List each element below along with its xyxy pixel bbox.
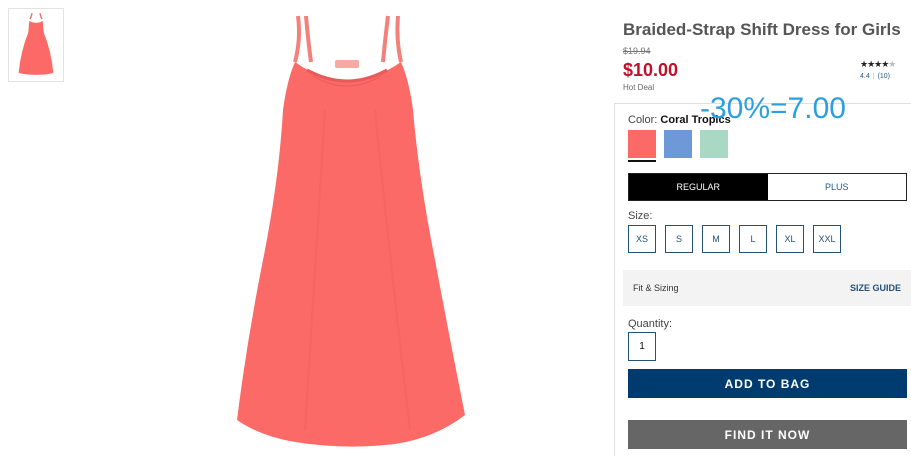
size-options: XS S M L XL XXL xyxy=(628,225,841,253)
deal-label: Hot Deal xyxy=(623,83,655,92)
size-button-l[interactable]: L xyxy=(739,225,767,253)
fit-tabs: REGULAR PLUS xyxy=(628,173,907,201)
size-guide-link[interactable]: SIZE GUIDE xyxy=(850,283,901,293)
color-swatch-blue[interactable] xyxy=(664,130,692,158)
product-title: Braided-Strap Shift Dress for Girls xyxy=(623,20,901,39)
color-swatch-mint[interactable] xyxy=(700,130,728,158)
size-button-xs[interactable]: XS xyxy=(628,225,656,253)
tab-plus[interactable]: PLUS xyxy=(768,174,907,200)
size-button-xl[interactable]: XL xyxy=(776,225,804,253)
star-rating-icon: ★★★★★ xyxy=(860,59,896,69)
size-button-xxl[interactable]: XXL xyxy=(813,225,841,253)
find-it-now-button[interactable]: FIND IT NOW xyxy=(628,420,907,449)
sale-price: $10.00 xyxy=(623,60,679,80)
fit-sizing-label: Fit & Sizing xyxy=(633,283,679,293)
quantity-label: Quantity: xyxy=(628,318,673,330)
fit-sizing-bar: Fit & Sizing SIZE GUIDE xyxy=(623,270,911,306)
was-price: $19.94 xyxy=(623,46,651,56)
size-button-s[interactable]: S xyxy=(665,225,693,253)
quantity-selector[interactable]: 1 xyxy=(628,332,656,361)
color-swatches xyxy=(628,130,728,162)
promo-annotation: -30%=7.00 xyxy=(700,92,846,125)
product-rating[interactable]: ★★★★★ 4.4 | (10) xyxy=(860,59,910,80)
review-count[interactable]: (10) xyxy=(878,73,890,80)
dress-thumbnail-image xyxy=(18,12,54,75)
divider xyxy=(614,103,615,456)
dress-image xyxy=(237,15,465,447)
color-swatch-coral-tropics[interactable] xyxy=(628,130,656,162)
product-details-panel: Braided-Strap Shift Dress for Girls $19.… xyxy=(614,0,911,456)
product-thumbnail[interactable] xyxy=(8,8,64,82)
rating-score: 4.4 xyxy=(860,73,870,80)
product-main-image xyxy=(195,0,525,456)
size-button-m[interactable]: M xyxy=(702,225,730,253)
tab-regular[interactable]: REGULAR xyxy=(629,174,768,200)
size-label: Size: xyxy=(628,210,653,222)
add-to-bag-button[interactable]: ADD TO BAG xyxy=(628,369,907,398)
